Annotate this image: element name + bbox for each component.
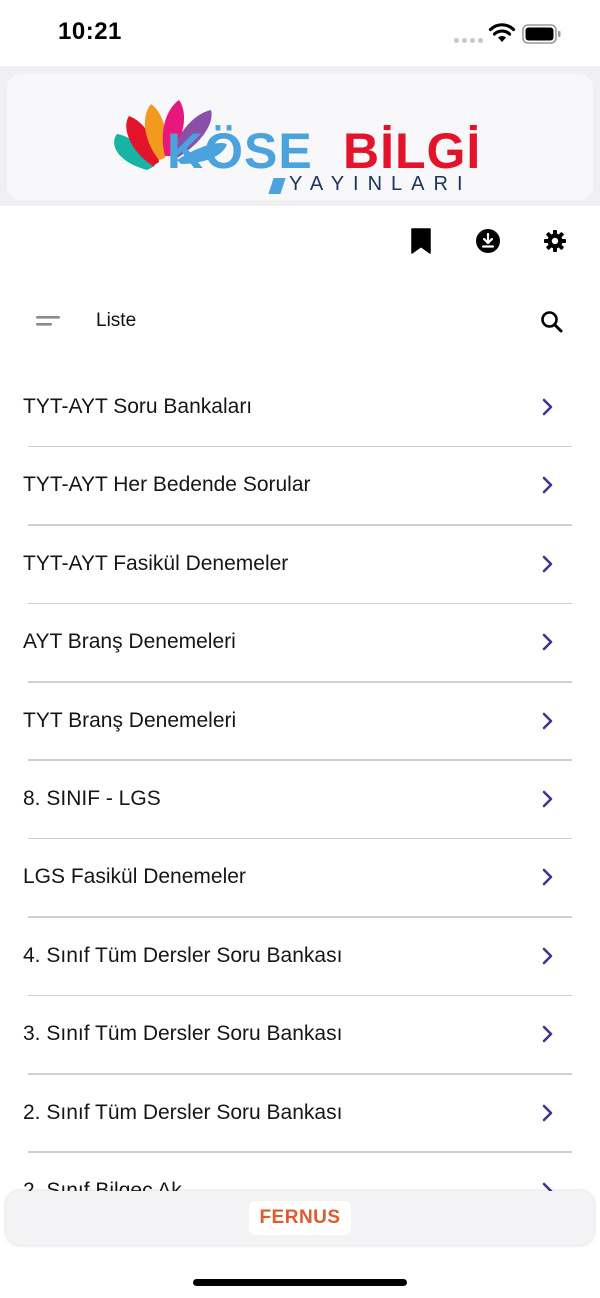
chevron-right-icon (542, 712, 553, 729)
list-item[interactable]: LGS Fasikül Denemeler (0, 839, 600, 918)
list-item-label: LGS Fasikül Denemeler (23, 865, 246, 889)
list-item-label: TYT-AYT Fasikül Denemeler (23, 551, 289, 575)
list-item[interactable]: TYT-AYT Soru Bankaları (0, 369, 600, 448)
search-icon[interactable] (538, 308, 566, 336)
list-item-label: 2. Sınıf Bilgeç Ak... (23, 1178, 200, 1191)
chevron-right-icon (542, 477, 553, 494)
list-item-label: AYT Branş Denemeleri (23, 630, 236, 654)
chevron-right-icon (542, 633, 553, 651)
bookmark-icon (411, 228, 431, 254)
download-button[interactable] (473, 226, 503, 256)
list-item-label: 3. Sınıf Tüm Dersler Soru Bankası (23, 1022, 343, 1046)
list-item-label: TYT Branş Denemeleri (23, 708, 237, 732)
settings-icon (544, 230, 566, 252)
list-title: Liste (96, 310, 137, 331)
list-item[interactable]: 2. Sınıf Tüm Dersler Soru Bankası (0, 1075, 600, 1153)
brand-accent-bar (268, 178, 286, 194)
brand-logo: KÖSE BİLGİ YAYINLARI (7, 74, 593, 200)
chevron-right-icon (542, 555, 553, 573)
list-item[interactable]: 3. Sınıf Tüm Dersler Soru Bankası (0, 996, 600, 1075)
app-screen: 10:21 KÖSE BİLGİ YAYINLARI Liste TYT-AYT… (0, 0, 600, 1298)
list-item[interactable]: 8. SINIF - LGS (0, 761, 600, 840)
sponsor-logo-container: FERNUS (249, 1201, 351, 1235)
list-item[interactable]: TYT Branş Denemeleri (0, 683, 600, 761)
download-icon (476, 229, 500, 253)
chevron-right-icon (542, 398, 553, 416)
list-item[interactable]: AYT Branş Denemeleri (0, 604, 600, 683)
list-item[interactable]: TYT-AYT Fasikül Denemeler (0, 526, 600, 605)
list-item[interactable]: TYT-AYT Her Bedende Sorular (0, 447, 600, 526)
battery-icon (522, 24, 561, 44)
status-bar: 10:21 (0, 0, 600, 66)
bookmark-button[interactable] (406, 226, 436, 256)
list-item-label: 2. Sınıf Tüm Dersler Soru Bankası (23, 1100, 343, 1124)
list-header: Liste (0, 300, 600, 344)
chevron-right-icon (542, 1182, 553, 1191)
chevron-right-icon (542, 790, 553, 808)
cellular-signal-icon (454, 38, 483, 43)
list-item[interactable]: 4. Sınıf Tüm Dersler Soru Bankası (0, 918, 600, 997)
list-item-label: TYT-AYT Her Bedende Sorular (23, 473, 311, 497)
list-item-label: 4. Sınıf Tüm Dersler Soru Bankası (23, 943, 343, 967)
list-item[interactable]: 2. Sınıf Bilgeç Ak... (0, 1153, 600, 1191)
brand-name-part1: KÖSE (167, 123, 313, 179)
settings-button[interactable] (540, 226, 570, 256)
sponsor-banner[interactable]: FERNUS (6, 1191, 594, 1245)
chevron-right-icon (542, 1104, 553, 1121)
list-item-label: 8. SINIF - LGS (23, 786, 161, 810)
filter-menu-icon[interactable] (34, 314, 62, 330)
wifi-icon (488, 23, 516, 42)
chevron-right-icon (542, 947, 553, 965)
chevron-right-icon (542, 1025, 553, 1043)
home-indicator (193, 1279, 407, 1286)
sponsor-logo: FERNUS (259, 1207, 341, 1228)
list-item-label: TYT-AYT Soru Bankaları (23, 395, 253, 418)
chevron-right-icon (542, 869, 553, 886)
status-time: 10:21 (58, 18, 122, 45)
logo-header: KÖSE BİLGİ YAYINLARI (0, 66, 600, 206)
toolbar (0, 226, 600, 256)
brand-name-part2: BİLGİ (343, 123, 482, 179)
category-list: TYT-AYT Soru Bankaları TYT-AYT Her Bedend… (0, 369, 600, 1191)
brand-subtitle: YAYINLARI (289, 173, 472, 195)
